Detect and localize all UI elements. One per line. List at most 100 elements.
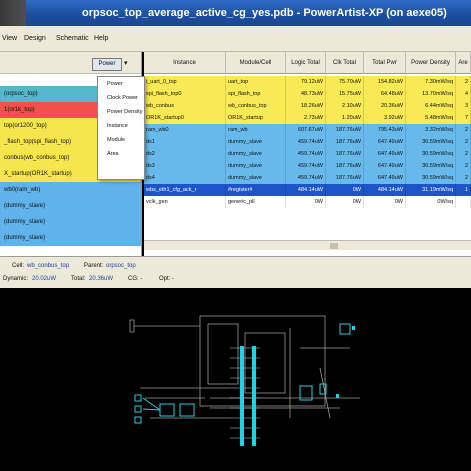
tree-node[interactable]: (dummy_slave)	[0, 198, 141, 214]
cell-module: dummy_slave	[226, 136, 286, 148]
cell-power-density: 31.19mW/sq	[406, 184, 456, 196]
power-metric-dropdown[interactable]: Power	[92, 58, 122, 71]
total-value: 20.36uW	[89, 276, 114, 282]
cell-instance: wbs_eth1_cfg_ack_r	[144, 184, 226, 196]
cell-symbol[interactable]	[134, 405, 142, 413]
menu-help[interactable]: Help	[94, 26, 108, 52]
cell-total-pwr: 20.36uW	[364, 100, 406, 112]
cell-logic-total: 48.73uW	[286, 88, 326, 100]
cell-symbol[interactable]	[179, 403, 195, 417]
cell-symbol[interactable]	[134, 416, 142, 424]
bus-connector	[252, 346, 256, 446]
tree-node[interactable]: wb0(ram_wb)	[0, 182, 141, 198]
menu-item-power-density[interactable]: Power Density	[98, 105, 144, 119]
tree-node[interactable]: (dummy_slave)	[0, 230, 141, 246]
parent-label: Parent:	[84, 263, 104, 269]
cell-label: Cell:	[12, 263, 25, 269]
cell-area: 7	[456, 112, 471, 124]
cell-total-pwr: 0W	[364, 196, 406, 208]
col-power-density[interactable]: Power Density	[406, 52, 456, 74]
cell-area: 2	[456, 160, 471, 172]
cell-module: generic_pll	[226, 196, 286, 208]
col-area[interactable]: Are	[456, 52, 471, 74]
status-bar: Cell: wb_conbus_top Parent: orpsoc_top D…	[0, 256, 471, 288]
menu-design[interactable]: Design	[24, 26, 46, 52]
tree-node[interactable]: (dummy_slave)	[0, 214, 141, 230]
cell-area	[456, 196, 471, 208]
power-table: Instance Module/Cell Logic Total Clk Tot…	[144, 52, 471, 256]
cell-symbol[interactable]	[134, 394, 142, 402]
cell-clk-total: 2.10uW	[326, 100, 364, 112]
module-block	[207, 323, 239, 385]
cell-instance: ds4	[144, 172, 226, 184]
cell-logic-total: 459.74uW	[286, 148, 326, 160]
cell-instance: ram_wb0	[144, 124, 226, 136]
cell-symbol[interactable]	[159, 403, 175, 417]
table-horizontal-scrollbar[interactable]	[144, 240, 471, 250]
cell-total-pwr: 154.82uW	[364, 76, 406, 88]
table-row[interactable]: ds4 dummy_slave 459.74uW 187.76uW 647.49uW 30…	[144, 172, 471, 184]
dynamic-value: 20.02uW	[32, 276, 57, 282]
power-metric-menu: Power Clock Power Power Density Instance…	[97, 76, 145, 180]
menu-item-clock-power[interactable]: Clock Power	[98, 91, 144, 105]
cell-total-pwr: 647.49uW	[364, 172, 406, 184]
table-row[interactable]: ds3 dummy_slave 459.74uW 187.76uW 647.49uW 30…	[144, 160, 471, 172]
cell-area: 2	[456, 136, 471, 148]
cell-total-pwr: 795.43uW	[364, 124, 406, 136]
total-label: Total:	[71, 276, 86, 282]
cell-power-density: 7.30mW/sq	[406, 76, 456, 88]
cell-power-density: 3.32mW/sq	[406, 124, 456, 136]
table-row[interactable]: ds2 dummy_slave 459.74uW 187.76uW 647.49uW 30…	[144, 148, 471, 160]
cell-instance: ds1	[144, 136, 226, 148]
cell-area: 2	[456, 76, 471, 88]
window-title: orpsoc_top_average_active_cg_yes.pdb - P…	[0, 0, 471, 26]
cell-module: dummy_slave	[226, 160, 286, 172]
col-instance[interactable]: Instance	[144, 52, 226, 74]
table-header: Instance Module/Cell Logic Total Clk Tot…	[144, 52, 471, 74]
menu-item-module[interactable]: Module	[98, 133, 144, 147]
menu-item-instance[interactable]: Instance	[98, 119, 144, 133]
table-row[interactable]: ram_wb0 ram_wb 607.67uW 187.76uW 795.43uW 3.3…	[144, 124, 471, 136]
scrollbar-thumb[interactable]	[330, 243, 338, 249]
cell-module: dummy_slave	[226, 148, 286, 160]
menu-bar: View Design Schematic Help	[0, 26, 471, 52]
parent-value: orpsoc_top	[106, 263, 136, 269]
cell-clk-total: 187.76uW	[326, 124, 364, 136]
table-row[interactable]: vclk_gen generic_pll 0W 0W 0W 0W/sq	[144, 196, 471, 208]
menu-item-area[interactable]: Area	[98, 147, 144, 161]
opt-label: Opt: -	[159, 276, 175, 282]
cell-module: uart_top	[226, 76, 286, 88]
menu-view[interactable]: View	[2, 26, 17, 52]
col-total-pwr[interactable]: Total Pwr	[364, 52, 406, 74]
col-logic-total[interactable]: Logic Total	[286, 52, 326, 74]
cell-instance: wb_conbus	[144, 100, 226, 112]
dynamic-label: Dynamic:	[3, 276, 29, 282]
chevron-down-icon[interactable]: ▾	[124, 59, 128, 67]
cell-value: wb_conbus_top	[27, 263, 70, 269]
table-row[interactable]: ds1 dummy_slave 459.74uW 187.76uW 647.49uW 30…	[144, 136, 471, 148]
table-row[interactable]: OR1K_startup0 OR1K_startup 2.73uW 1.20uW 3.9…	[144, 112, 471, 124]
table-row[interactable]: spi_flash_top0 spi_flash_top 48.73uW 15.75u…	[144, 88, 471, 100]
cell-module: dummy_slave	[226, 172, 286, 184]
module-block	[244, 332, 286, 394]
bus-connector	[240, 346, 244, 446]
cell-clk-total: 187.76uW	[326, 172, 364, 184]
menu-item-power[interactable]: Power	[98, 77, 144, 91]
cell-clk-total: 0W	[326, 184, 364, 196]
cell-area: 2	[456, 148, 471, 160]
pin-marker	[336, 394, 339, 398]
cell-symbol[interactable]	[339, 323, 351, 335]
schematic-view[interactable]	[0, 288, 471, 471]
col-clk-total[interactable]: Clk Total	[326, 52, 364, 74]
cell-total-pwr: 647.49uW	[364, 136, 406, 148]
table-row[interactable]: wb_conbus wb_conbus_top 18.26uW 2.10uW 20.36…	[144, 100, 471, 112]
cell-clk-total: 1.20uW	[326, 112, 364, 124]
table-row[interactable]: i_uart_0_top uart_top 79.12uW 75.70uW 154.82…	[144, 76, 471, 88]
col-module-cell[interactable]: Module/Cell	[226, 52, 286, 74]
cell-instance: i_uart_0_top	[144, 76, 226, 88]
menu-schematic[interactable]: Schematic	[56, 26, 89, 52]
cell-logic-total: 18.26uW	[286, 100, 326, 112]
cell-logic-total: 79.12uW	[286, 76, 326, 88]
schematic-canvas[interactable]	[0, 288, 471, 471]
table-row[interactable]: wbs_eth1_cfg_ack_r #register# 484.14uW 0W 48…	[144, 184, 471, 196]
